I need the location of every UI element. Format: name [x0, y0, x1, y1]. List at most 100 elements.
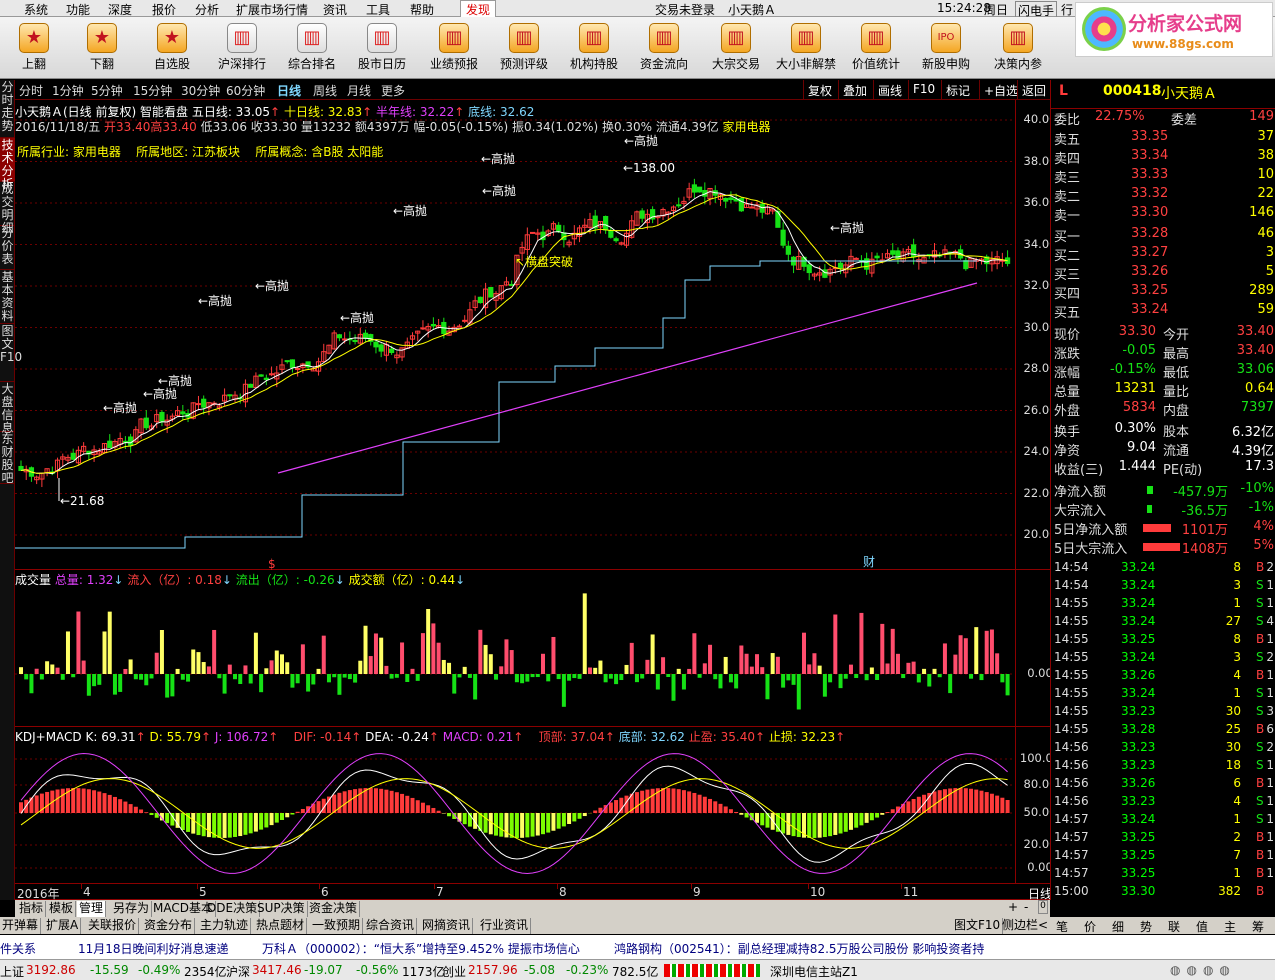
indicator-tab-3[interactable]: 另存为: [111, 901, 153, 917]
zoom-out-button[interactable]: -: [1024, 900, 1028, 914]
server-status[interactable]: 深圳电信主站Z1: [770, 963, 858, 980]
news-headline[interactable]: 件关系: [0, 940, 36, 957]
chart-tool-button-1[interactable]: 叠加: [838, 80, 871, 99]
left-tab-1[interactable]: 技术分析: [0, 138, 15, 191]
indicator-tab-6[interactable]: SUP决策: [255, 901, 308, 917]
volume-pane[interactable]: 成交量 总量: 1.32↓ 流入（亿）: 0.18↓ 流出（亿）: -0.26↓…: [15, 570, 1053, 727]
period-tab-0[interactable]: 分时: [19, 82, 43, 99]
right-panel-tab-7[interactable]: 筹: [1252, 918, 1264, 935]
left-tab-6[interactable]: 大盘信息: [0, 382, 15, 435]
toolbar-button-0[interactable]: ★ 上翻: [2, 21, 66, 77]
price-chart-pane[interactable]: ←138.00 ←21.68 ↖横盘突破 ←高抛 ←高抛 ←高抛 ←高抛 ←高抛 ←高抛 ←高抛 ←…: [15, 100, 1056, 570]
news-headline[interactable]: 鸿路钢构（002541）：副总经理减持82.5万股公司股份 影响投资者持: [614, 940, 984, 957]
trade-login-status[interactable]: 交易未登录: [655, 1, 715, 18]
toolbar-button-2[interactable]: ★ 自选股: [140, 21, 204, 77]
bottom-nav-5[interactable]: 热点题材: [254, 918, 308, 934]
bottom-nav-8[interactable]: 网摘资讯: [420, 918, 474, 934]
industry-link[interactable]: 家用电器: [73, 145, 121, 159]
toolbar-button-label: 下翻: [89, 57, 114, 71]
menu-analysis[interactable]: 分析: [195, 1, 219, 18]
bottom-nav-0[interactable]: 开弹幕: [0, 918, 42, 934]
macd-bar: [217, 813, 222, 838]
period-tab-3[interactable]: 15分钟: [133, 82, 172, 99]
toolbar-button-6[interactable]: ▥ 业绩预报: [422, 21, 486, 77]
toolbar-button-12[interactable]: ▥ 价值统计: [844, 21, 908, 77]
bottom-nav-6[interactable]: 一致预期: [310, 918, 364, 934]
toolbar-button-3[interactable]: ▥ 沪深排行: [210, 21, 274, 77]
toolbar-button-8[interactable]: ▥ 机构持股: [562, 21, 626, 77]
bottom-nav-right-0[interactable]: 图文F10: [952, 918, 1004, 934]
period-tab-7[interactable]: 周线: [313, 82, 337, 99]
period-tab-8[interactable]: 月线: [347, 82, 371, 99]
volume-chart[interactable]: [15, 570, 1050, 727]
indicator-tab-0[interactable]: 指标: [17, 901, 47, 917]
period-tab-1[interactable]: 1分钟: [52, 82, 84, 99]
left-tab-0[interactable]: 分时走势: [0, 80, 15, 138]
menu-help[interactable]: 帮助: [410, 1, 434, 18]
bottom-nav-2[interactable]: 关联报价: [86, 918, 140, 934]
toolbar-button-5[interactable]: ▥ 股市日历: [350, 21, 414, 77]
left-tab-3[interactable]: 分价表: [0, 226, 15, 270]
menu-news[interactable]: 资讯: [323, 1, 347, 18]
kdj-macd-chart[interactable]: [15, 727, 1050, 884]
right-panel-tab-6[interactable]: 主: [1224, 918, 1236, 935]
toolbar-button-1[interactable]: ★ 下翻: [70, 21, 134, 77]
news-headline[interactable]: 万科Ａ（000002）：“恒大系”增持至9.452% 提振市场信心: [262, 940, 580, 957]
toolbar-button-14[interactable]: ▥ 决策内参: [986, 21, 1050, 77]
menu-overflow[interactable]: 行: [1061, 1, 1073, 18]
chart-tool-button-4[interactable]: 标记: [941, 80, 974, 99]
bottom-nav-7[interactable]: 综合资讯: [364, 918, 418, 934]
right-panel-tab-3[interactable]: 势: [1140, 918, 1152, 935]
menu-extended-market[interactable]: 扩展市场行情: [236, 1, 308, 18]
indicator-tab-7[interactable]: 资金决策: [307, 901, 361, 917]
toolbar-button-13[interactable]: IPO 新股申购: [914, 21, 978, 77]
bar-rank-icon: ▥: [297, 23, 327, 53]
period-tab-2[interactable]: 5分钟: [91, 82, 123, 99]
right-panel-tab-4[interactable]: 联: [1168, 918, 1180, 935]
left-tab-4[interactable]: 基本资料: [0, 270, 15, 324]
menu-tools[interactable]: 工具: [366, 1, 390, 18]
bottom-nav-9[interactable]: 行业资讯: [478, 918, 532, 934]
chart-tool-button-0[interactable]: 复权: [803, 80, 836, 99]
toolbar-button-10[interactable]: ▥ 大宗交易: [704, 21, 768, 77]
menu-quote[interactable]: 报价: [152, 1, 176, 18]
left-tab-7[interactable]: 东财股吧: [0, 432, 15, 485]
right-panel-tab-0[interactable]: 笔: [1056, 918, 1068, 935]
indicator-tab-2[interactable]: 管理: [77, 901, 107, 917]
bottom-nav-1[interactable]: 扩展A: [44, 918, 82, 934]
zoom-reset-button[interactable]: 0: [1038, 900, 1048, 914]
menu-depth[interactable]: 深度: [108, 1, 132, 18]
toolbar-button-4[interactable]: ▥ 综合排名: [280, 21, 344, 77]
concept-link[interactable]: 含B股 太阳能: [311, 145, 383, 159]
kdj-macd-pane[interactable]: KDJ+MACD K: 69.31↑ D: 55.79↑ J: 106.72↑ …: [15, 727, 1060, 884]
right-panel-tab-2[interactable]: 细: [1112, 918, 1124, 935]
right-panel-tab-1[interactable]: 价: [1084, 918, 1096, 935]
chart-tool-button-3[interactable]: F10: [908, 80, 939, 99]
toolbar-button-9[interactable]: ▥ 资金流向: [632, 21, 696, 77]
left-tab-5[interactable]: 图文F10: [0, 324, 22, 382]
chart-tool-button-6[interactable]: 返回: [1017, 80, 1050, 99]
bottom-nav-3[interactable]: 资金分布: [142, 918, 196, 934]
indicator-tab-1[interactable]: 模板: [47, 901, 77, 917]
indicator-tab-5[interactable]: DDE决策: [205, 901, 261, 917]
period-tab-4[interactable]: 30分钟: [181, 82, 220, 99]
toolbar-button-11[interactable]: ▥ 大小非解禁: [774, 21, 838, 77]
period-tab-5[interactable]: 60分钟: [226, 82, 265, 99]
menu-system[interactable]: 系统: [24, 1, 48, 18]
bottom-nav-4[interactable]: 主力轨迹: [198, 918, 252, 934]
period-tab-6[interactable]: 日线: [277, 82, 301, 99]
menu-function[interactable]: 功能: [66, 1, 90, 18]
right-panel-tab-5[interactable]: 值: [1196, 918, 1208, 935]
candlestick-chart[interactable]: ←138.00←21.68↖横盘突破←高抛←高抛←高抛←高抛←高抛←高抛←高抛←…: [15, 100, 1050, 570]
zoom-in-button[interactable]: +: [1008, 900, 1018, 914]
region-link[interactable]: 江苏板块: [192, 145, 240, 159]
toolbar-button-7[interactable]: ▥ 预测评级: [492, 21, 556, 77]
volume-bar: [640, 674, 645, 679]
chart-tool-button-5[interactable]: +自选: [979, 80, 1022, 99]
bottom-nav-right-1[interactable]: 侧边栏<: [1000, 918, 1052, 934]
chart-tool-button-2[interactable]: 画线: [873, 80, 906, 99]
left-tab-2[interactable]: 成交明细: [0, 182, 15, 235]
volume-bar: [400, 642, 405, 674]
news-headline[interactable]: 11月18日晚间利好消息速递: [78, 940, 229, 957]
period-tab-9[interactable]: 更多: [381, 82, 405, 99]
